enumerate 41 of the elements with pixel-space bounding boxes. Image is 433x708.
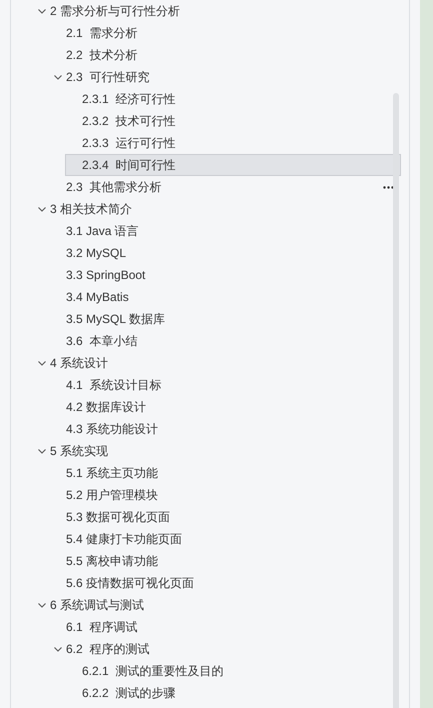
outline-item[interactable]: 5.5 离校申请功能 (49, 550, 401, 572)
chevron-down-icon[interactable] (53, 644, 63, 654)
outline-item[interactable]: 2.3 可行性研究 (49, 66, 401, 88)
outline-item[interactable]: 5.2 用户管理模块 (49, 484, 401, 506)
outline-item[interactable]: 6.2.1 测试的重要性及目的 (65, 660, 401, 682)
outline-item[interactable]: 6.1 程序调试 (49, 616, 401, 638)
outline-item[interactable]: 4 系统设计 (33, 352, 401, 374)
outline-item[interactable]: 2.3.3 运行可行性 (65, 132, 401, 154)
outline-item[interactable]: 2.1 需求分析 (49, 22, 401, 44)
chevron-down-icon[interactable] (37, 600, 47, 610)
outline-item[interactable]: 6.2 程序的测试 (49, 638, 401, 660)
outline-item[interactable]: 3 相关技术简介 (33, 198, 401, 220)
chevron-down-icon[interactable] (53, 72, 63, 82)
chevron-down-icon[interactable] (37, 358, 47, 368)
outline-item[interactable]: 3.4 MyBatis (49, 286, 401, 308)
outline-item[interactable]: 2.3.2 技术可行性 (65, 110, 401, 132)
outline-item[interactable]: 5 系统实现 (33, 440, 401, 462)
outline-item[interactable]: 2.3 其他需求分析 (49, 176, 401, 198)
outline-item[interactable]: 3.1 Java 语言 (49, 220, 401, 242)
outline-item[interactable]: 2.3.1 经济可行性 (65, 88, 401, 110)
outline-item[interactable]: 2.2 技术分析 (49, 44, 401, 66)
outline-item[interactable]: 3.3 SpringBoot (49, 264, 401, 286)
outline-item[interactable]: 4.3 系统功能设计 (49, 418, 401, 440)
outline-item[interactable]: 2 需求分析与可行性分析 (33, 0, 401, 22)
outline-item[interactable]: 5.1 系统主页功能 (49, 462, 401, 484)
outline-item[interactable]: 3.6 本章小结 (49, 330, 401, 352)
outline-item[interactable]: 5.3 数据可视化页面 (49, 506, 401, 528)
outline-item[interactable]: 5.4 健康打卡功能页面 (49, 528, 401, 550)
outline-item[interactable]: 4.1 系统设计目标 (49, 374, 401, 396)
chevron-down-icon[interactable] (37, 204, 47, 214)
outline-item[interactable]: 5.6 疫情数据可视化页面 (49, 572, 401, 594)
more-icon[interactable] (383, 186, 394, 188)
outline-item[interactable]: 6.2.2 测试的步骤 (65, 682, 401, 704)
outline-item[interactable]: 3.2 MySQL (49, 242, 401, 264)
outline-item[interactable]: 3.5 MySQL 数据库 (49, 308, 401, 330)
chevron-down-icon[interactable] (37, 6, 47, 16)
outline-item[interactable]: 6 系统调试与测试 (33, 594, 401, 616)
scrollbar[interactable] (393, 93, 399, 708)
outline-item[interactable]: 2.3.4 时间可行性 (65, 154, 401, 176)
chevron-down-icon[interactable] (37, 446, 47, 456)
outline-item[interactable]: 4.2 数据库设计 (49, 396, 401, 418)
